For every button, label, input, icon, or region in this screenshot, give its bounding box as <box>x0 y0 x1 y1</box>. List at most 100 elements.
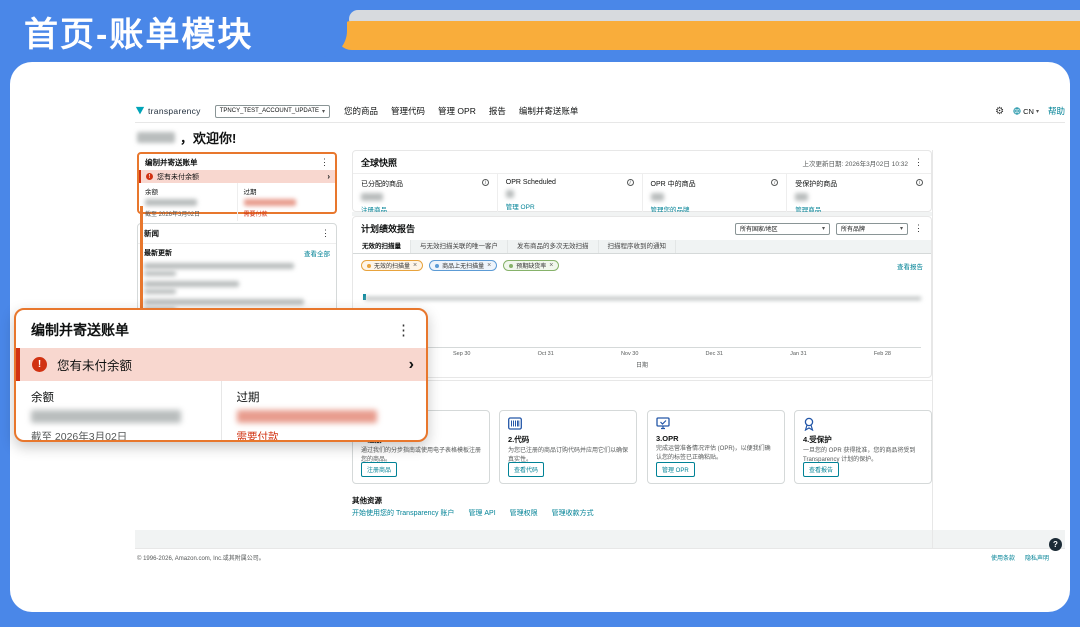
unpaid-balance-alert[interactable]: ! 您有未付余额 › <box>16 348 426 381</box>
brand-filter-dropdown[interactable]: 所有品牌▾ <box>836 223 908 235</box>
overdue-column: 过期 需要付款 <box>221 381 427 442</box>
close-icon[interactable]: × <box>413 262 417 269</box>
chevron-down-icon: ▾ <box>822 225 825 232</box>
chip-invalid-scans[interactable]: 无效的扫描量× <box>361 260 423 271</box>
tab-unique-customers[interactable]: 与无效扫描关联的唯一客户 <box>411 240 508 253</box>
tab-multiple-invalid-scans[interactable]: 发布商品的多次无效扫描 <box>508 240 599 253</box>
overdue-value-redacted <box>237 410 377 423</box>
filter-chips-row: 无效的扫描量× 商品上无扫描量× 预期缺货率× 查看报告 <box>353 254 931 275</box>
x-axis-label: 日期 <box>353 360 931 369</box>
info-icon[interactable]: i <box>482 179 489 186</box>
stat-label: OPR 中的商品 <box>651 179 696 189</box>
nav-item-reports[interactable]: 报告 <box>489 105 506 117</box>
billing-card-title: 编制并寄送账单 <box>31 320 129 340</box>
x-tick: Oct 31 <box>538 351 554 357</box>
news-item[interactable] <box>138 278 336 296</box>
nav-item-billing[interactable]: 编制并寄送账单 <box>519 105 579 117</box>
balance-label: 余额 <box>31 389 206 405</box>
overdue-value-redacted <box>244 199 296 206</box>
tab-invalid-scans[interactable]: 无效的扫描量 <box>353 240 411 253</box>
help-link[interactable]: 帮助 <box>1048 105 1065 117</box>
legend-dot <box>509 264 513 268</box>
language-selector[interactable]: CN ▾ <box>1013 107 1039 116</box>
banner-ribbon <box>337 21 1080 50</box>
stat-value-redacted <box>795 193 808 201</box>
overdue-column: 过期 需要付款 <box>237 183 336 221</box>
resource-link-manage-api[interactable]: 管理 API <box>468 508 495 518</box>
overdue-label: 过期 <box>244 186 330 196</box>
info-icon[interactable]: i <box>916 179 923 186</box>
alert-icon: ! <box>32 357 47 372</box>
resource-link-manage-permissions[interactable]: 管理权限 <box>510 508 538 518</box>
stat-protected-products: 受保护的商品i 管理商品 <box>786 174 931 214</box>
chip-no-scans[interactable]: 商品上无扫描量× <box>429 260 497 271</box>
global-snapshot-section: 全球快照 上次更新日期: 2026年3月02日 10:32 ⋮ 已分配的商品i … <box>352 150 932 212</box>
dashboard-footer: © 1996-2026, Amazon.com, Inc.或其附属公司。 使用条… <box>135 548 1065 565</box>
help-widget-icon[interactable]: ? <box>1049 538 1062 551</box>
legend-dot <box>367 264 371 268</box>
greeting: ，欢迎你! <box>137 128 236 147</box>
navbar-right: ⚙ CN ▾ 帮助 <box>995 105 1065 117</box>
footer-link-privacy[interactable]: 隐私声明 <box>1025 553 1049 562</box>
account-selector-value: TPNCY_TEST_ACCOUNT_UPDATE <box>220 108 319 114</box>
tab-scan-notifications[interactable]: 扫描程序收到的通知 <box>599 240 677 253</box>
gear-icon[interactable]: ⚙ <box>995 106 1004 117</box>
chevron-right-icon: › <box>327 172 330 181</box>
x-tick: Dec 31 <box>706 351 723 357</box>
snapshot-title: 全球快照 <box>361 156 397 169</box>
resources-title: 其他资源 <box>352 495 382 506</box>
report-title: 计划绩效报告 <box>361 222 415 235</box>
username-redacted <box>137 132 175 143</box>
country-filter-dropdown[interactable]: 所有国家/地区▾ <box>735 223 830 235</box>
stat-link[interactable]: 管理 OPR <box>506 201 634 211</box>
kebab-menu-icon[interactable]: ⋮ <box>321 229 330 238</box>
kebab-menu-icon[interactable]: ⋮ <box>396 323 411 338</box>
chip-expected-rate[interactable]: 预期缺货率× <box>503 260 559 271</box>
greeting-text: ，欢迎你! <box>180 128 236 147</box>
alert-icon: ! <box>146 173 153 180</box>
banner: 首页-账单模块 <box>0 0 347 57</box>
info-icon[interactable]: i <box>771 179 778 186</box>
overdue-label: 过期 <box>237 389 412 405</box>
close-icon[interactable]: × <box>487 262 491 269</box>
as-of-date: 截至 2026年3月02日 <box>31 429 206 442</box>
nav-item-manage-codes[interactable]: 管理代码 <box>391 105 425 117</box>
kebab-menu-icon[interactable]: ⋮ <box>320 158 329 167</box>
kebab-menu-icon[interactable]: ⋮ <box>914 224 923 233</box>
step-card-codes: 2.代码 为您已注册的商品订购代码并应用它们以确保真实性。 查看代码 <box>499 410 637 484</box>
x-tick: Jan 31 <box>790 351 807 357</box>
view-reports-button[interactable]: 查看报告 <box>803 462 839 477</box>
performance-report-section: 计划绩效报告 所有国家/地区▾ 所有品牌▾ ⋮ 无效的扫描量 与无效扫描关联的唯… <box>352 216 932 378</box>
x-tick: Feb 28 <box>874 351 891 357</box>
payment-due-text: 需要付款 <box>237 429 412 442</box>
close-icon[interactable]: × <box>549 262 553 269</box>
chevron-down-icon: ▾ <box>322 108 325 115</box>
resource-link-get-started[interactable]: 开始使用您的 Transparency 账户 <box>352 508 454 518</box>
legend-dot <box>435 264 439 268</box>
alert-text: 您有未付余额 <box>157 172 199 182</box>
view-codes-button[interactable]: 查看代码 <box>508 462 544 477</box>
step-title: 3.OPR <box>656 434 776 443</box>
nav-item-products[interactable]: 您的商品 <box>344 105 378 117</box>
other-resources-section: 其他资源 开始使用您的 Transparency 账户 管理 API 管理权限 … <box>135 490 1065 530</box>
nav-item-manage-opr[interactable]: 管理 OPR <box>438 105 476 117</box>
news-item[interactable] <box>138 260 336 278</box>
manage-opr-button[interactable]: 管理 OPR <box>656 462 695 477</box>
stat-value-redacted <box>361 193 383 201</box>
stat-products-in-opr: OPR 中的商品i 管理您的品牌 <box>642 174 787 214</box>
view-all-link[interactable]: 查看全部 <box>304 248 330 258</box>
view-report-link[interactable]: 查看报告 <box>897 261 923 271</box>
billing-card-title: 编制并寄送账单 <box>145 157 198 168</box>
x-tick: Sep 30 <box>453 351 470 357</box>
as-of-date: 截至 2026年3月02日 <box>145 209 231 218</box>
ribbon-icon <box>803 417 923 431</box>
footer-link-terms[interactable]: 使用条款 <box>991 553 1015 562</box>
unpaid-balance-alert[interactable]: ! 您有未付余额 › <box>139 170 335 183</box>
register-products-button[interactable]: 注册商品 <box>361 462 397 477</box>
balance-value-redacted <box>145 199 197 206</box>
account-selector[interactable]: TPNCY_TEST_ACCOUNT_UPDATE ▾ <box>215 105 330 118</box>
resource-link-payment-methods[interactable]: 管理收款方式 <box>552 508 594 518</box>
billing-card-callout: 编制并寄送账单 ⋮ ! 您有未付余额 › 余额 截至 2026年3月02日 过期… <box>14 308 428 442</box>
info-icon[interactable]: i <box>627 179 634 186</box>
kebab-menu-icon[interactable]: ⋮ <box>914 158 923 167</box>
